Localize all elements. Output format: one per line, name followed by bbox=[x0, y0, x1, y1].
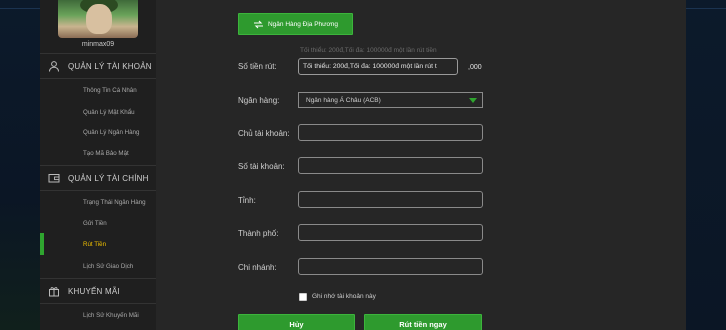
sidebar-item-password[interactable]: Quản Lý Mật Khẩu bbox=[40, 101, 156, 123]
section-label: QUẢN LÝ TÀI KHOẢN bbox=[68, 61, 152, 71]
amount-suffix: ,000 bbox=[468, 64, 482, 71]
username: minmax09 bbox=[81, 41, 115, 48]
province-input[interactable] bbox=[298, 191, 483, 208]
section-label: KHUYẾN MÃI bbox=[68, 286, 120, 296]
branch-input[interactable] bbox=[298, 258, 483, 275]
bank-label: Ngân hàng: bbox=[238, 96, 280, 105]
cancel-button[interactable]: Hủy bbox=[238, 314, 355, 330]
branch-label: Chi nhánh: bbox=[238, 263, 277, 272]
section-promotions[interactable]: KHUYẾN MÃI bbox=[40, 278, 156, 304]
avatar[interactable] bbox=[58, 0, 138, 38]
avatar-face bbox=[86, 4, 112, 34]
user-icon bbox=[40, 60, 68, 72]
section-finance-management[interactable]: QUẢN LÝ TÀI CHÍNH bbox=[40, 165, 156, 191]
sidebar-item-withdraw[interactable]: Rút Tiền bbox=[40, 233, 156, 255]
local-bank-button-label: Ngân Hàng Địa Phương bbox=[267, 20, 339, 28]
wallet-icon bbox=[40, 172, 68, 184]
remember-account-label: Ghi nhớ tài khoản này bbox=[312, 293, 376, 300]
amount-label: Số tiền rút: bbox=[238, 62, 277, 71]
gift-icon bbox=[40, 285, 68, 297]
page-background-right bbox=[686, 0, 726, 330]
withdraw-now-button[interactable]: Rút tiền ngay bbox=[364, 314, 482, 330]
amount-hint: Tối thiểu: 200đ,Tối đa: 100000đ một lần … bbox=[300, 47, 437, 54]
bank-selected-value: Ngân hàng Á Châu (ACB) bbox=[306, 96, 381, 104]
sidebar-item-personal-info[interactable]: Thông Tin Cá Nhân bbox=[40, 79, 156, 101]
account-number-label: Số tài khoản: bbox=[238, 162, 285, 171]
sidebar-item-security-code[interactable]: Tạo Mã Bảo Mật bbox=[40, 142, 156, 164]
sidebar-item-deposit[interactable]: Gửi Tiền bbox=[40, 212, 156, 234]
remember-account-checkbox[interactable] bbox=[299, 293, 307, 301]
sidebar-item-bank-status[interactable]: Trạng Thái Ngân Hàng bbox=[40, 191, 156, 213]
section-account-management[interactable]: QUẢN LÝ TÀI KHOẢN bbox=[40, 53, 156, 79]
sidebar-item-bank-management[interactable]: Quản Lý Ngân Hàng bbox=[40, 121, 156, 143]
section-label: QUẢN LÝ TÀI CHÍNH bbox=[68, 173, 149, 183]
bank-transfer-icon bbox=[253, 20, 263, 28]
bank-select[interactable]: Ngân hàng Á Châu (ACB) bbox=[298, 92, 483, 108]
account-holder-input[interactable] bbox=[298, 124, 483, 141]
sidebar-item-promo-history[interactable]: Lịch Sử Khuyến Mãi bbox=[40, 304, 156, 326]
sidebar-item-transaction-history[interactable]: Lịch Sử Giao Dịch bbox=[40, 255, 156, 277]
account-number-input[interactable] bbox=[298, 157, 483, 174]
province-label: Tỉnh: bbox=[238, 196, 256, 205]
page-background-left bbox=[0, 0, 40, 330]
city-input[interactable] bbox=[298, 224, 483, 241]
local-bank-button[interactable]: Ngân Hàng Địa Phương bbox=[238, 13, 353, 35]
account-holder-label: Chủ tài khoản: bbox=[238, 129, 290, 138]
amount-input[interactable]: Tối thiểu: 200đ,Tối đa: 100000đ một lần … bbox=[298, 58, 458, 75]
city-label: Thành phố: bbox=[238, 229, 279, 238]
chevron-down-icon bbox=[469, 98, 477, 103]
